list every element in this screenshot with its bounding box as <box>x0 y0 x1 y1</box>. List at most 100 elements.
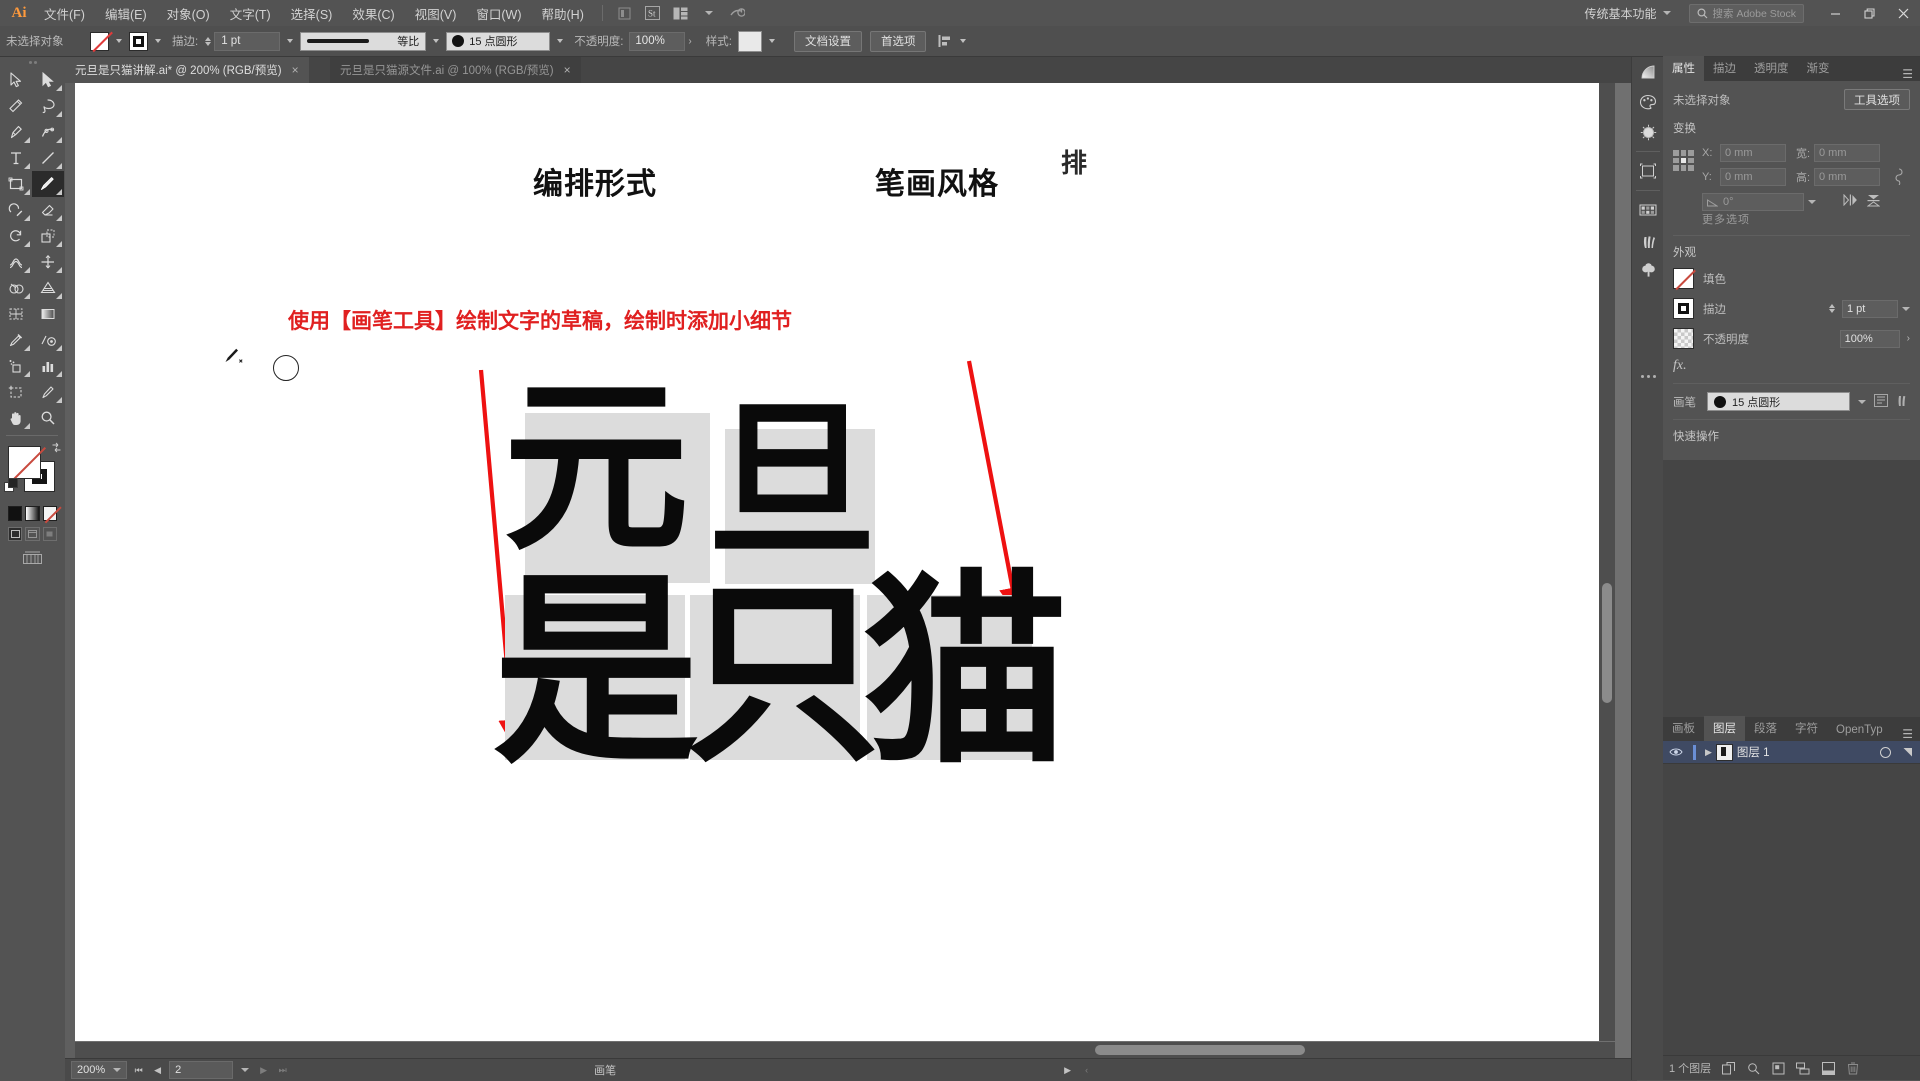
style-chevron-down-icon[interactable] <box>768 39 775 43</box>
tool-options-button[interactable]: 工具选项 <box>1844 89 1910 110</box>
reference-point-selector[interactable] <box>1673 150 1694 171</box>
menu-effect[interactable]: 效果(C) <box>342 1 404 26</box>
hand-tool[interactable] <box>0 405 32 431</box>
type-tool[interactable] <box>0 145 32 171</box>
magic-wand-tool[interactable] <box>0 93 32 119</box>
tab-paragraph[interactable]: 段落 <box>1745 716 1786 741</box>
tab-artboards[interactable]: 画板 <box>1663 716 1704 741</box>
minimize-button[interactable] <box>1818 0 1852 26</box>
brush-libraries-icon[interactable] <box>1874 393 1888 410</box>
scale-tool[interactable] <box>32 223 64 249</box>
slice-tool[interactable] <box>32 379 64 405</box>
transform-y-input[interactable]: 0 mm <box>1720 168 1786 186</box>
transform-x-input[interactable]: 0 mm <box>1720 144 1786 162</box>
menu-select[interactable]: 选择(S) <box>281 1 343 26</box>
perspective-grid-tool[interactable] <box>32 275 64 301</box>
transform-h-input[interactable]: 0 mm <box>1814 168 1880 186</box>
opacity-input[interactable]: 100% <box>629 31 686 51</box>
brushes-panel-icon[interactable] <box>1632 225 1664 255</box>
stroke-weight-chevron-down-icon[interactable] <box>287 39 294 43</box>
angle-chevron-down-icon[interactable] <box>1808 200 1816 204</box>
brush-select[interactable]: 15 点圆形 <box>1707 392 1850 411</box>
gradient-color-button[interactable] <box>25 506 40 521</box>
lasso-tool[interactable] <box>32 93 64 119</box>
brush-options-icon[interactable] <box>1896 394 1910 410</box>
variable-width-profile-select[interactable]: 等比 <box>300 31 427 51</box>
pen-tool[interactable] <box>0 119 32 145</box>
status-left-arrow-icon[interactable]: ‹ <box>1079 1062 1094 1078</box>
vertical-scroll-thumb[interactable] <box>1602 583 1612 703</box>
restore-button[interactable] <box>1852 0 1886 26</box>
curvature-tool[interactable] <box>32 119 64 145</box>
menu-file[interactable]: 文件(F) <box>34 1 95 26</box>
menu-edit[interactable]: 编辑(E) <box>95 1 157 26</box>
toolbar-fill-swatch[interactable] <box>8 446 41 479</box>
tab-opentype[interactable]: OpenTyp <box>1827 720 1892 741</box>
panel-menu-icon[interactable]: ☰ <box>1895 67 1920 81</box>
zoom-level-select[interactable]: 200% <box>71 1061 128 1079</box>
width-tool[interactable] <box>0 249 32 275</box>
brush-chevron-down-icon[interactable] <box>1858 399 1866 404</box>
target-layer-icon[interactable] <box>1880 746 1891 758</box>
rotate-tool[interactable] <box>0 223 32 249</box>
appearance-stroke-stepper[interactable] <box>1829 304 1835 313</box>
paintbrush-tool[interactable] <box>32 171 64 197</box>
rectangle-tool[interactable] <box>0 171 32 197</box>
preferences-button[interactable]: 首选项 <box>869 30 927 52</box>
brush-definition-select[interactable]: 15 点圆形 <box>446 31 551 51</box>
arrange-documents-icon[interactable] <box>670 3 692 23</box>
artboard-canvas[interactable]: 编排形式 笔画风格 排 使用【画笔工具】绘制文字的草稿，绘制时添加小细节 元 旦… <box>75 83 1615 1041</box>
appearance-opacity-swatch[interactable] <box>1673 328 1694 349</box>
stock-icon[interactable]: St <box>642 3 664 23</box>
flip-vertical-icon[interactable] <box>1866 194 1881 210</box>
next-artboard-button[interactable]: ▶ <box>256 1062 271 1078</box>
stroke-color-swatch[interactable] <box>129 31 148 51</box>
close-tab-icon[interactable]: × <box>564 63 571 77</box>
chevron-down-icon[interactable] <box>698 3 720 23</box>
symbols-panel-icon[interactable] <box>1632 156 1664 186</box>
column-graph-tool[interactable] <box>32 353 64 379</box>
full-screen-mode-button[interactable] <box>42 527 57 541</box>
status-flyout-button[interactable]: ▶ <box>1060 1062 1075 1078</box>
fill-color-swatch[interactable] <box>90 31 109 51</box>
flip-horizontal-icon[interactable] <box>1843 193 1858 210</box>
locate-object-icon[interactable] <box>1745 1060 1761 1076</box>
graphic-style-swatch[interactable] <box>737 30 762 52</box>
normal-screen-mode-button[interactable] <box>8 527 23 541</box>
layer-name[interactable]: 图层 1 <box>1737 744 1770 760</box>
transform-w-input[interactable]: 0 mm <box>1814 144 1880 162</box>
menu-help[interactable]: 帮助(H) <box>532 1 594 26</box>
canvas-horizontal-scrollbar[interactable] <box>75 1042 1615 1058</box>
layer-row[interactable]: ▶ 图层 1 <box>1663 741 1920 764</box>
delete-layer-icon[interactable] <box>1845 1060 1861 1076</box>
opacity-flyout-icon[interactable]: › <box>1907 333 1910 344</box>
stroke-weight-chevron-down-icon[interactable] <box>1902 306 1910 311</box>
search-adobe-stock-input[interactable]: 搜索 Adobe Stock <box>1688 3 1804 23</box>
make-release-group-icon[interactable] <box>1770 1060 1786 1076</box>
artboard-number-input[interactable]: 2 <box>169 1061 234 1079</box>
last-artboard-button[interactable]: ⏭ <box>275 1062 290 1078</box>
selection-tool[interactable] <box>0 67 32 93</box>
symbol-sprayer-tool[interactable] <box>0 353 32 379</box>
appearance-opacity-input[interactable]: 100% <box>1839 329 1900 348</box>
tab-stroke[interactable]: 描边 <box>1704 56 1745 81</box>
appearance-stroke-weight-input[interactable]: 1 pt <box>1842 299 1898 318</box>
artwork-group[interactable]: 元 旦 是 只 猫 <box>493 375 1095 813</box>
tab-transparency[interactable]: 透明度 <box>1745 56 1798 81</box>
expand-layer-icon[interactable]: ▶ <box>1705 747 1712 758</box>
toggle-visibility-icon[interactable] <box>1667 747 1684 757</box>
workspace-switcher[interactable]: 传统基本功能 <box>1577 3 1679 24</box>
full-screen-menu-mode-button[interactable] <box>25 527 40 541</box>
swap-fill-stroke-icon[interactable] <box>51 442 62 453</box>
swatches-panel-icon[interactable] <box>1632 195 1664 225</box>
menu-object[interactable]: 对象(O) <box>157 1 220 26</box>
new-layer-icon[interactable] <box>1820 1060 1836 1076</box>
toolbar-edit-button[interactable] <box>0 541 65 566</box>
free-transform-tool[interactable] <box>32 249 64 275</box>
profile-chevron-down-icon[interactable] <box>433 39 440 43</box>
zoom-tool[interactable] <box>32 405 64 431</box>
graphic-styles-panel-icon[interactable] <box>1632 255 1664 285</box>
stroke-weight-stepper[interactable] <box>205 36 212 46</box>
opacity-flyout-icon[interactable]: › <box>688 36 691 47</box>
stroke-swatch-chevron-down-icon[interactable] <box>155 39 161 43</box>
